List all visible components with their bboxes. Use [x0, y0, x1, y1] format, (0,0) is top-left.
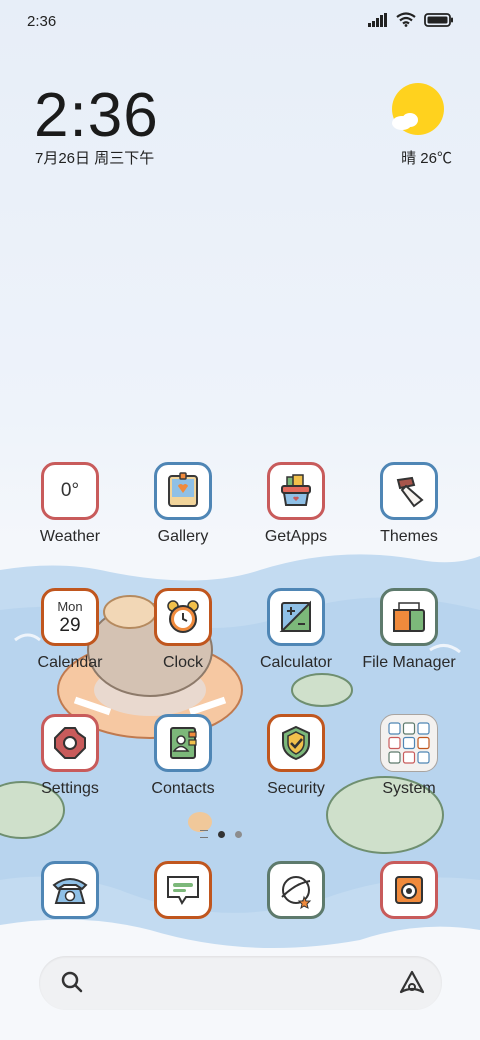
browser-tile[interactable]: [267, 861, 325, 919]
assistant-icon[interactable]: [398, 969, 426, 997]
search-bar[interactable]: [39, 956, 442, 1010]
dock-camera[interactable]: [354, 861, 464, 919]
phone-tile[interactable]: [41, 861, 99, 919]
search-icon: [61, 971, 83, 993]
dock-phone[interactable]: [15, 861, 125, 919]
telephone-icon: [52, 878, 88, 904]
camera-icon: [395, 876, 423, 904]
message-bubble-icon: [167, 876, 199, 905]
messages-tile[interactable]: [154, 861, 212, 919]
camera-tile[interactable]: [380, 861, 438, 919]
dock-messages[interactable]: [128, 861, 238, 919]
planet-icon: [281, 876, 312, 909]
dock: [0, 0, 480, 1040]
dock-browser[interactable]: [241, 861, 351, 919]
